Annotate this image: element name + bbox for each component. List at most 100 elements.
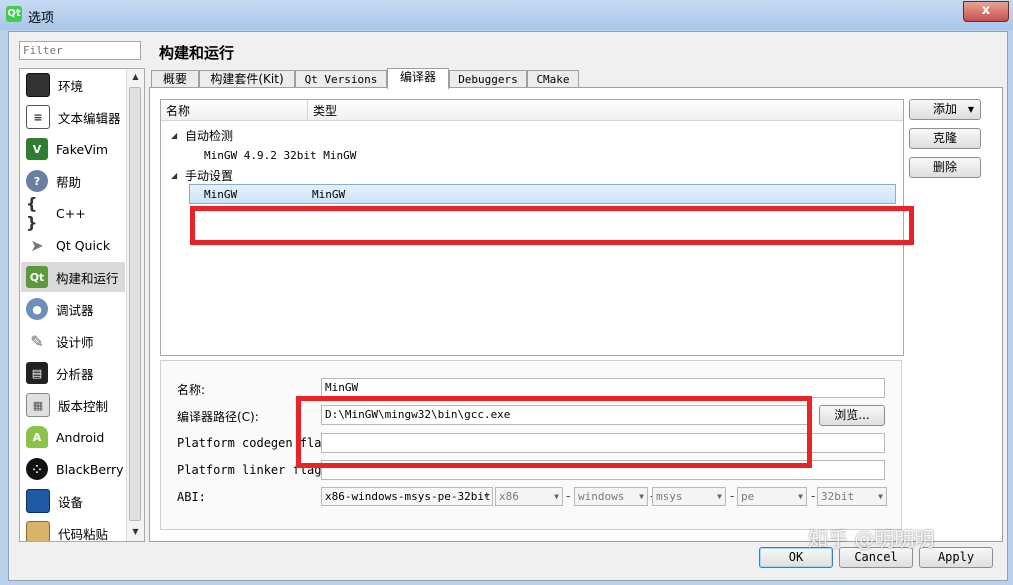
nav-item-label: Qt Quick — [56, 237, 111, 253]
add-button-label: 添加 — [932, 102, 957, 116]
device-icon — [26, 489, 50, 513]
tree-row[interactable]: MinGW 4.9.2 32bit MinGW — [161, 146, 903, 165]
fakevim-icon: V — [26, 138, 48, 160]
compiler-path-field[interactable]: D:\MinGW\mingw32\bin\gcc.exe — [321, 405, 809, 425]
abi-select[interactable]: x86-windows-msys-pe-32bit ▼ — [321, 487, 493, 506]
nav-item-label: Android — [56, 429, 105, 445]
debugger-icon: ● — [26, 298, 48, 320]
nav-item-android[interactable]: A Android — [21, 422, 125, 452]
tab-qt-versions[interactable]: Qt Versions — [295, 70, 387, 88]
scroll-down-arrow-icon[interactable]: ▼ — [127, 524, 144, 540]
tab-summary[interactable]: 概要 — [151, 70, 199, 88]
codegen-flags-label: Platform codegen flags: — [177, 436, 344, 450]
braces-icon: { } — [26, 194, 38, 232]
abi-part-value: x86 — [499, 490, 519, 503]
column-divider — [307, 100, 308, 120]
nav-item-environment[interactable]: 环境 — [21, 70, 125, 100]
compiler-tree: 名称 类型 ◢ 自动检测 MinGW 4.9.2 32bit MinGW ◢ 手… — [160, 99, 904, 356]
nav-item-build-run[interactable]: Qt 构建和运行 — [21, 262, 125, 292]
nav-item-label: 环境 — [58, 78, 84, 94]
compiler-name: MinGW 4.9.2 32bit MinGW — [204, 149, 357, 162]
abi-label: ABI: — [177, 490, 206, 504]
nav-item-designer[interactable]: ✎ 设计师 — [21, 326, 125, 356]
android-icon: A — [26, 426, 48, 448]
abi-flavor-select[interactable]: msys ▼ — [652, 487, 726, 506]
nav-item-label: 代码粘贴 — [58, 526, 109, 542]
nav-item-label: 分析器 — [56, 366, 94, 382]
name-field[interactable]: MinGW — [321, 378, 885, 398]
watermark: 知乎 @明明明 — [808, 527, 935, 551]
nav-item-analyzer[interactable]: ▤ 分析器 — [21, 358, 125, 388]
chevron-down-icon: ▼ — [967, 105, 974, 114]
expanded-triangle-icon[interactable]: ◢ — [171, 171, 177, 180]
tree-header: 名称 类型 — [161, 100, 903, 121]
abi-architecture-select[interactable]: x86 ▼ — [495, 487, 563, 506]
options-dialog: Qt 选项 x 环境 ≡ 文本编辑器 V FakeVim ? 帮助 — [0, 0, 1013, 585]
tab-compilers[interactable]: 编译器 — [387, 68, 449, 89]
compilers-pane: 名称 类型 ◢ 自动检测 MinGW 4.9.2 32bit MinGW ◢ 手… — [149, 87, 1003, 542]
nav-item-help[interactable]: ? 帮助 — [21, 166, 125, 196]
close-button[interactable]: x — [963, 1, 1009, 22]
compiler-type: MinGW — [312, 187, 346, 201]
clone-button[interactable]: 克隆 — [909, 128, 981, 149]
tab-debuggers[interactable]: Debuggers — [449, 70, 527, 88]
nav-item-devices[interactable]: 设备 — [21, 486, 125, 516]
tree-group-label: 手动设置 — [185, 169, 234, 183]
abi-part-value: windows — [578, 490, 625, 503]
abi-part-value: msys — [656, 490, 683, 503]
abi-part-value: 32bit — [821, 490, 855, 503]
nav-item-qt-quick[interactable]: ➤ Qt Quick — [21, 230, 125, 260]
analyzer-icon: ▤ — [26, 362, 48, 384]
linker-flags-field[interactable] — [321, 460, 885, 480]
window-title: 选项 — [28, 11, 55, 26]
abi-format-select[interactable]: pe ▼ — [737, 487, 807, 506]
abi-width-select[interactable]: 32bit ▼ — [817, 487, 887, 506]
version-control-icon: ▦ — [26, 393, 50, 417]
help-icon: ? — [26, 170, 48, 192]
compiler-details: 名称: MinGW 编译器路径(C): D:\MinGW\mingw32\bin… — [160, 360, 902, 530]
tree-group-label: 自动检测 — [185, 129, 234, 143]
tree-group-manual[interactable]: ◢ 手动设置 — [161, 166, 903, 185]
nav-item-label: C++ — [56, 205, 86, 221]
scroll-up-arrow-icon[interactable]: ▲ — [127, 69, 144, 85]
tab-cmake[interactable]: CMake — [527, 70, 579, 88]
qt-logo-icon: Qt — [6, 6, 22, 22]
nav-item-debugger[interactable]: ● 调试器 — [21, 294, 125, 324]
add-button[interactable]: 添加 ▼ — [909, 99, 981, 120]
chevron-down-icon: ▼ — [554, 492, 559, 501]
abi-os-select[interactable]: windows ▼ — [574, 487, 648, 506]
delete-button[interactable]: 删除 — [909, 157, 981, 178]
abi-select-value: x86-windows-msys-pe-32bit — [325, 490, 491, 503]
title-bar[interactable]: Qt 选项 x — [0, 0, 1013, 30]
tab-kits[interactable]: 构建套件(Kit) — [199, 70, 295, 88]
column-header-type[interactable]: 类型 — [313, 102, 337, 119]
dialog-body: 环境 ≡ 文本编辑器 V FakeVim ? 帮助 { } C++ ➤ Qt Q… — [8, 31, 1008, 581]
name-label: 名称: — [177, 383, 206, 397]
compiler-path-label: 编译器路径(C): — [177, 410, 259, 424]
nav-item-cpp[interactable]: { } C++ — [21, 194, 125, 232]
paper-plane-icon: ➤ — [30, 235, 44, 255]
nav-item-version-control[interactable]: ▦ 版本控制 — [21, 390, 125, 420]
scrollbar-thumb[interactable] — [129, 87, 141, 521]
tree-row-selected[interactable]: MinGW MinGW — [189, 184, 896, 204]
tree-group-auto-detected[interactable]: ◢ 自动检测 — [161, 126, 903, 145]
browse-button[interactable]: 浏览... — [819, 405, 885, 426]
nav-item-fakevim[interactable]: V FakeVim — [21, 134, 125, 164]
category-list: 环境 ≡ 文本编辑器 V FakeVim ? 帮助 { } C++ ➤ Qt Q… — [19, 68, 145, 542]
text-editor-icon: ≡ — [26, 105, 50, 129]
category-list-scrollbar[interactable]: ▲ ▼ — [126, 69, 144, 541]
expanded-triangle-icon[interactable]: ◢ — [171, 131, 177, 140]
chevron-down-icon: ▼ — [484, 492, 489, 501]
column-header-name[interactable]: 名称 — [166, 102, 190, 119]
nav-item-code-paste[interactable]: 代码粘贴 — [21, 518, 125, 542]
codegen-flags-field[interactable] — [321, 433, 885, 453]
page-title: 构建和运行 — [159, 44, 235, 62]
abi-part-value: pe — [741, 490, 755, 503]
nav-item-label: 帮助 — [56, 174, 82, 190]
nav-item-label: 构建和运行 — [56, 270, 119, 286]
filter-input[interactable] — [19, 41, 141, 60]
chevron-down-icon: ▼ — [878, 492, 883, 501]
nav-item-text-editor[interactable]: ≡ 文本编辑器 — [21, 102, 125, 132]
nav-item-blackberry[interactable]: ⁘ BlackBerry — [21, 454, 125, 484]
nav-item-label: 设备 — [58, 494, 84, 510]
